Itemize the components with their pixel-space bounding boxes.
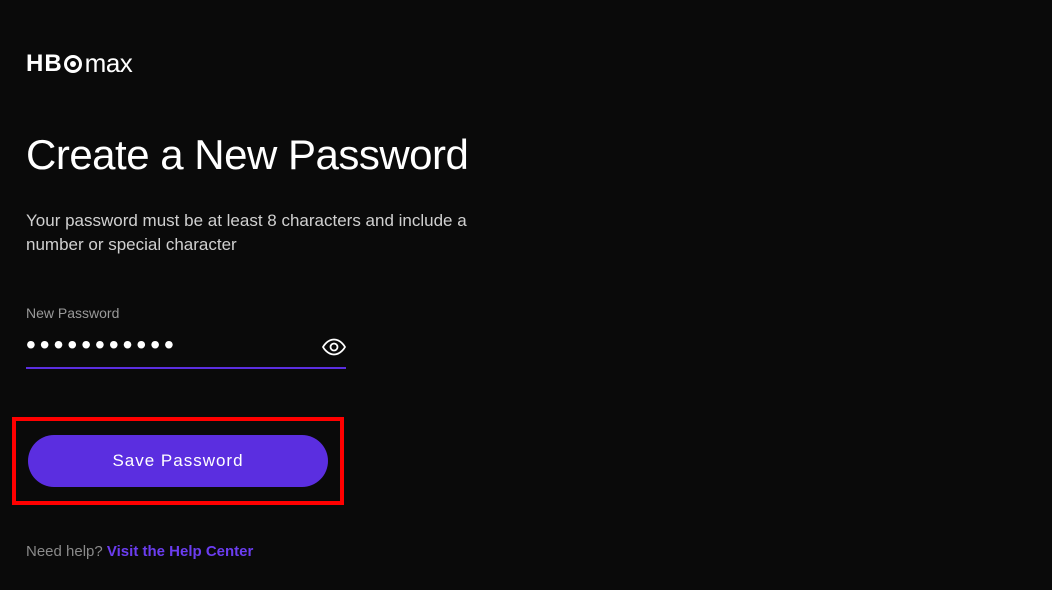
new-password-input[interactable] xyxy=(26,327,346,369)
eye-icon xyxy=(322,338,346,356)
help-center-link[interactable]: Visit the Help Center xyxy=(107,543,253,560)
toggle-password-visibility-button[interactable] xyxy=(322,338,346,361)
password-requirements-text: Your password must be at least 8 charact… xyxy=(26,209,506,257)
page-title: Create a New Password xyxy=(26,131,1026,179)
logo-o-icon xyxy=(64,55,82,73)
brand-logo: HBmax xyxy=(26,48,1026,79)
password-label: New Password xyxy=(26,305,346,321)
brand-logo-text: HBmax xyxy=(26,48,132,79)
help-footer: Need help? Visit the Help Center xyxy=(26,543,253,560)
help-prompt-text: Need help? xyxy=(26,543,103,560)
password-field-group: New Password xyxy=(26,305,346,369)
save-password-button[interactable]: Save Password xyxy=(28,435,328,487)
annotation-highlight-box: Save Password xyxy=(12,417,344,505)
